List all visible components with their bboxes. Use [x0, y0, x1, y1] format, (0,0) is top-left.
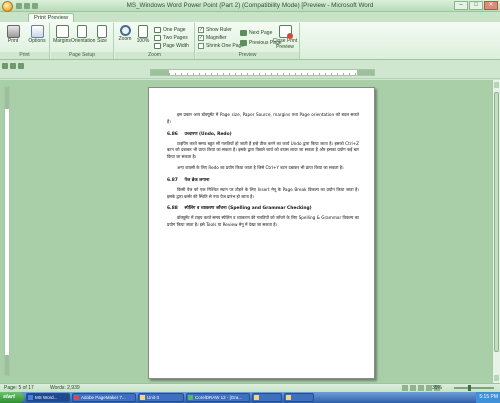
orientation-icon: [77, 25, 87, 38]
magnifier-checkbox[interactable]: ✓ Magnifier: [198, 34, 227, 42]
options-button[interactable]: Options: [26, 24, 48, 51]
print-group: Print Options Print: [0, 23, 50, 59]
page-100-icon: [138, 25, 148, 38]
taskbar-item[interactable]: Adobe PageMaker 7...: [72, 393, 136, 402]
group-label: Preview: [196, 52, 299, 59]
zoom-button[interactable]: Zoom: [116, 24, 134, 51]
checkmark-icon: ✓: [198, 27, 204, 33]
window-title: MS_Windows Word Power Point (Part 2) (Co…: [126, 2, 374, 9]
print-button[interactable]: Print: [2, 24, 24, 51]
paragraph: अन्य वापसी के लिए Redo का प्रयोग किया जा…: [177, 164, 344, 170]
taskbar-item[interactable]: [284, 393, 314, 402]
pagemaker-icon: [74, 395, 79, 400]
folder-icon: [140, 395, 145, 400]
zoom-100-button[interactable]: 100%: [134, 24, 152, 51]
minimize-button[interactable]: –: [454, 1, 468, 10]
taskbar-item[interactable]: CorelDRAW 12 - [Gra...: [186, 393, 250, 402]
tab-print-preview[interactable]: Print Preview: [28, 13, 75, 22]
mini-toolbar: [2, 63, 24, 69]
web-layout-icon[interactable]: [418, 385, 424, 391]
magnifier-icon: [119, 25, 131, 36]
bottom-margin-marker[interactable]: [5, 355, 9, 375]
section-heading: 6.87 पेज ब्रेक लगाना: [167, 177, 210, 183]
title-bar: MS_Windows Word Power Point (Part 2) (Co…: [0, 0, 500, 12]
maximize-button[interactable]: □: [469, 1, 483, 10]
size-button[interactable]: Size: [93, 24, 111, 51]
page-width-icon: [154, 43, 161, 49]
printer-icon: [6, 25, 20, 38]
window-controls: – □ ✕: [454, 1, 498, 10]
top-margin-marker[interactable]: [5, 87, 9, 109]
vertical-ruler[interactable]: [4, 86, 10, 376]
page-setup-group: Margins Orientation Size Page Setup: [51, 23, 114, 59]
app-icon: [254, 395, 259, 400]
section-heading: 6.88 स्पेलिंग व व्याकरण जाँचना (Spelling…: [167, 206, 312, 212]
page-content: इस प्रकार आप डॉक्यूमेंट में Page size, P…: [167, 112, 359, 233]
one-page-icon: [154, 27, 161, 33]
paragraph: डॉक्यूमेंट में टाइप करते समय स्पेलिंग व …: [167, 215, 359, 228]
taskbar-item[interactable]: MS Word...: [26, 393, 70, 402]
zoom-icon[interactable]: [18, 63, 24, 69]
checkmark-icon: ✓: [198, 35, 204, 41]
taskbar: start MS Word... Adobe PageMaker 7... Un…: [0, 392, 500, 403]
status-bar: Page: 5 of 17 Words: 2,939 35%: [0, 383, 500, 392]
size-icon: [97, 25, 107, 38]
right-margin-marker[interactable]: [357, 70, 374, 75]
magnifier-icon[interactable]: [10, 63, 16, 69]
next-page-icon: [240, 30, 247, 36]
preview-group: ✓ Show Ruler ✓ Magnifier Shrink One Page…: [196, 23, 300, 59]
scroll-down-arrow-icon[interactable]: [494, 375, 499, 381]
left-margin-marker[interactable]: [151, 70, 169, 75]
full-screen-icon[interactable]: [410, 385, 416, 391]
ruler-bar: [0, 61, 500, 79]
save-icon[interactable]: [2, 63, 8, 69]
document-page[interactable]: इस प्रकार आप डॉक्यूमेंट में Page size, P…: [148, 87, 375, 379]
paragraph: किसी पेज को एक निश्चित स्थान पर तोड़ने क…: [167, 186, 359, 199]
previous-page-icon: [240, 40, 247, 46]
shrink-icon: [198, 43, 204, 49]
show-ruler-checkbox[interactable]: ✓ Show Ruler: [198, 26, 232, 34]
two-pages-button[interactable]: Two Pages: [154, 34, 188, 42]
taskbar-item[interactable]: Unit-3: [138, 393, 184, 402]
options-icon: [30, 25, 44, 38]
page-width-button[interactable]: Page Width: [154, 42, 189, 50]
next-page-button[interactable]: Next Page: [240, 29, 272, 37]
zoom-slider-knob[interactable]: [468, 385, 471, 391]
orientation-button[interactable]: Orientation: [71, 24, 95, 51]
vertical-scrollbar[interactable]: [492, 80, 500, 383]
group-label: Zoom: [115, 52, 194, 59]
ribbon: Print Options Print Margins Orientation …: [0, 22, 500, 60]
word-icon: [28, 395, 33, 400]
group-label: Print: [0, 52, 49, 59]
paragraph: टाइपिंग करते समय बहुत सी गलतियाँ हो जाती…: [167, 140, 359, 160]
shrink-one-page-checkbox[interactable]: Shrink One Page: [198, 42, 244, 50]
zoom-slider[interactable]: 35%: [432, 385, 494, 391]
group-label: Page Setup: [51, 52, 113, 59]
app-icon: [286, 395, 291, 400]
scroll-up-arrow-icon[interactable]: [494, 82, 499, 88]
ribbon-tab-row: Print Preview: [0, 12, 500, 22]
zoom-group: Zoom 100% One Page Two Pages Page Width …: [115, 23, 195, 59]
margins-icon: [55, 25, 69, 38]
close-preview-icon: [278, 25, 293, 39]
system-tray-clock[interactable]: 5:15 PM: [476, 392, 500, 403]
close-print-preview-button[interactable]: Close Print Preview: [272, 24, 298, 51]
print-layout-icon[interactable]: [402, 385, 408, 391]
section-heading: 6.86 उच्चारण (Undo, Redo): [167, 131, 232, 137]
coreldraw-icon: [188, 395, 193, 400]
two-pages-icon: [154, 35, 161, 41]
horizontal-ruler[interactable]: [150, 69, 375, 76]
margins-button[interactable]: Margins: [52, 24, 72, 51]
scrollbar-thumb[interactable]: [494, 92, 499, 352]
one-page-button[interactable]: One Page: [154, 26, 186, 34]
paragraph: इस प्रकार आप डॉक्यूमेंट में Page size, P…: [167, 112, 359, 124]
taskbar-item[interactable]: [252, 393, 282, 402]
start-button[interactable]: start: [0, 392, 24, 403]
close-button[interactable]: ✕: [484, 1, 498, 10]
